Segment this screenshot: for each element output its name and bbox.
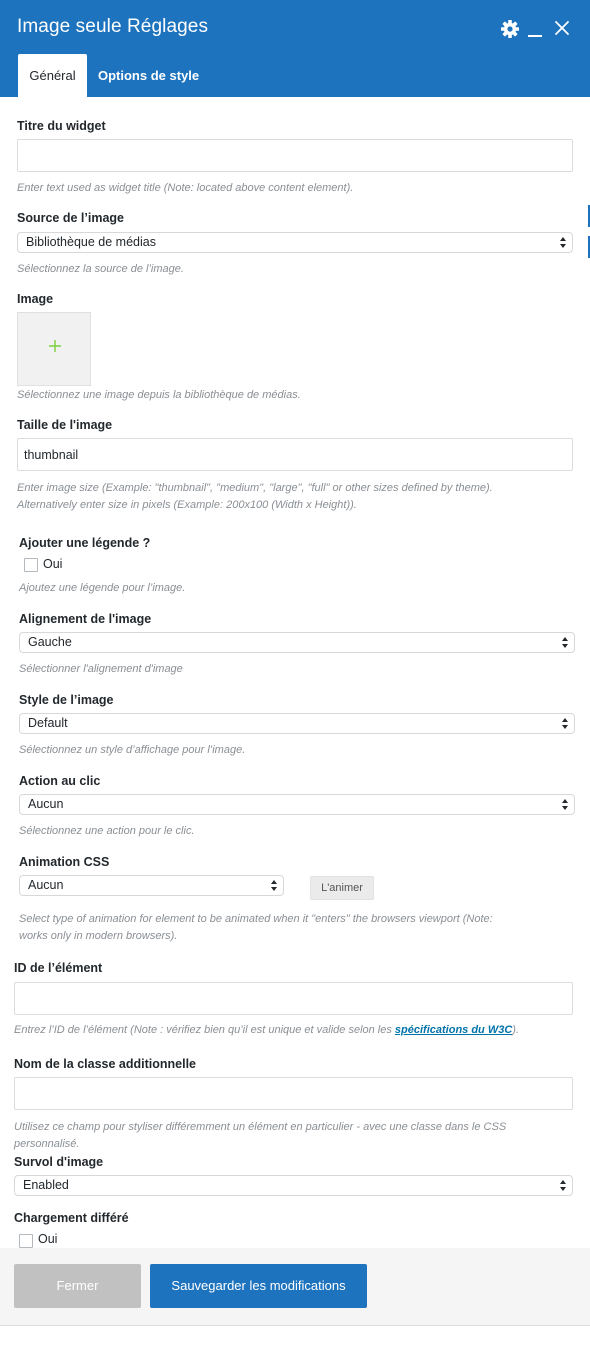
widget-title-label: Titre du widget [17,119,106,133]
image-style-label: Style de l’image [19,693,114,707]
close-button[interactable]: Fermer [14,1264,141,1308]
image-style-value: Default [28,716,68,730]
alignment-value: Gauche [28,635,72,649]
widget-title-help: Enter text used as widget title (Note: l… [17,182,354,194]
extra-class-label: Nom de la classe additionnelle [14,1057,197,1071]
image-label: Image [17,292,54,306]
select-arrows-icon [562,799,568,810]
extra-class-input[interactable] [14,1077,573,1110]
click-action-value: Aucun [28,797,64,811]
image-size-input[interactable] [17,438,573,471]
panel-header [0,0,590,97]
select-arrows-icon [562,718,568,729]
css-animation-help-2: works only in modern browsers). [19,930,178,942]
add-caption-option[interactable]: Oui [43,557,62,571]
image-style-help: Sélectionnez un style d’affichage pour l… [19,744,246,756]
css-animation-value: Aucun [28,878,64,892]
lazy-load-checkbox[interactable] [19,1234,33,1248]
lazy-load-option[interactable]: Oui [38,1232,57,1246]
click-action-label: Action au clic [19,774,101,788]
animate-button[interactable]: L'animer [310,876,374,900]
lazy-load-label: Chargement différé [14,1211,129,1225]
plus-icon [49,340,61,352]
minimize-icon[interactable] [528,20,542,38]
click-action-select[interactable]: Aucun [19,794,575,815]
image-hover-select[interactable]: Enabled [14,1175,573,1196]
image-source-help: Sélectionnez la source de l’image. [17,263,184,275]
image-size-help: Enter image size (Example: "thumbnail", … [17,482,493,494]
gear-icon[interactable] [500,19,520,39]
panel-title: Image seule Réglages [17,16,209,37]
element-id-help-suffix: ). [512,1024,520,1036]
image-help: Sélectionnez une image depuis la bibliot… [17,389,301,401]
alignment-label: Alignement de l'image [19,612,152,626]
select-arrows-icon [271,880,277,891]
css-animation-label: Animation CSS [19,855,110,869]
image-hover-value: Enabled [23,1178,69,1192]
extra-class-help-2: personnalisé. [14,1138,80,1150]
widget-title-input[interactable] [17,139,573,172]
extra-class-help: Utilisez ce champ pour styliser différem… [14,1121,507,1133]
image-source-select[interactable]: Bibliothèque de médias [17,232,573,253]
add-caption-label: Ajouter une légende ? [19,536,151,550]
close-icon[interactable] [553,19,571,37]
image-source-value: Bibliothèque de médias [26,235,156,249]
element-id-help-text: Entrez l’ID de l’élément (Note : vérifie… [14,1024,395,1036]
w3c-spec-link[interactable]: spécifications du W3C [395,1024,512,1036]
image-style-select[interactable]: Default [19,713,575,734]
image-size-help-2: Alternatively enter size in pixels (Exam… [17,499,357,511]
select-arrows-icon [562,637,568,648]
image-size-label: Taille de l'image [17,418,113,432]
image-picker[interactable] [17,312,91,386]
element-id-label: ID de l’élément [14,961,103,975]
tab-general[interactable]: Général [18,54,87,97]
image-source-label: Source de l’image [17,211,124,225]
tab-style-options[interactable]: Options de style [98,54,199,97]
select-arrows-icon [560,237,566,248]
save-button[interactable]: Sauvegarder les modifications [150,1264,367,1308]
image-hover-label: Survol d'image [14,1155,104,1169]
css-animation-help: Select type of animation for element to … [19,913,493,925]
alignment-select[interactable]: Gauche [19,632,575,653]
select-arrows-icon [560,1180,566,1191]
element-id-help: Entrez l’ID de l’élément (Note : vérifie… [14,1022,519,1039]
add-caption-checkbox[interactable] [24,558,38,572]
alignment-help: Sélectionner l'alignement d'image [19,663,183,675]
add-caption-help: Ajoutez une légende pour l’image. [19,582,186,594]
css-animation-select[interactable]: Aucun [19,875,284,896]
click-action-help: Sélectionnez une action pour le clic. [19,825,195,837]
element-id-input[interactable] [14,982,573,1015]
